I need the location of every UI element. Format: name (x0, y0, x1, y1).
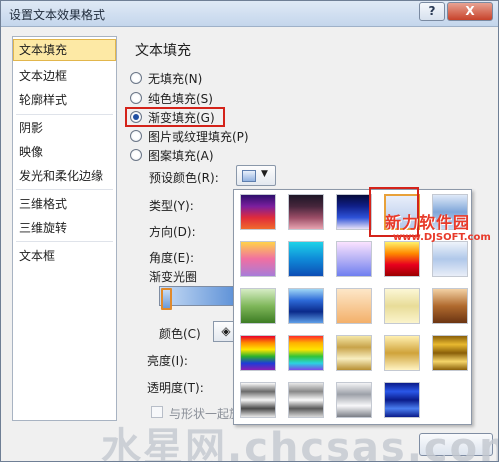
preset-gradient-swatch[interactable] (384, 335, 420, 371)
nav-item-glow-soft-edges[interactable]: 发光和柔化边缘 (13, 165, 116, 187)
preset-gradient-swatch[interactable] (288, 241, 324, 277)
preset-gradient-swatch[interactable] (240, 241, 276, 277)
watermark-big: 水星网.chcsas.com (101, 425, 499, 462)
radio-label: 渐变填充(G) (148, 111, 215, 125)
nav-divider (16, 189, 113, 190)
nav-item-reflection[interactable]: 映像 (13, 141, 116, 163)
brightness-label: 亮度(I): (147, 354, 188, 368)
nav-item-text-box[interactable]: 文本框 (13, 245, 116, 267)
radio-label: 纯色填充(S) (148, 92, 213, 106)
nav-item-outline-style[interactable]: 轮廓样式 (13, 89, 116, 111)
preset-colors-dropdown[interactable]: ▼ (236, 165, 276, 186)
preset-gradient-swatch[interactable] (384, 288, 420, 324)
radio-indicator[interactable] (130, 130, 142, 142)
gradient-preview-icon (242, 170, 256, 182)
preset-gradient-swatch[interactable] (384, 382, 420, 418)
nav-item-text-fill[interactable]: 文本填充 (13, 39, 116, 61)
watermark-site: 新力软件园 (385, 213, 471, 232)
radio-label: 无填充(N) (148, 72, 203, 86)
radio-label: 图案填充(A) (148, 149, 214, 163)
section-title: 文本填充 (135, 43, 191, 59)
radio-indicator[interactable] (130, 72, 142, 84)
radio-indicator[interactable] (130, 149, 142, 161)
preset-gradient-swatch[interactable] (240, 288, 276, 324)
direction-label: 方向(D): (149, 225, 196, 239)
preset-gradient-swatch[interactable] (336, 335, 372, 371)
nav-item-3d-rotation[interactable]: 三维旋转 (13, 217, 116, 239)
nav-divider (16, 114, 113, 115)
preset-gradient-swatch[interactable] (432, 288, 468, 324)
type-label: 类型(Y): (149, 199, 194, 213)
transparency-label: 透明度(T): (147, 381, 204, 395)
preset-colors-label: 预设颜色(R): (149, 171, 219, 185)
preset-gradient-swatch[interactable] (288, 288, 324, 324)
preset-gradient-swatch[interactable] (288, 335, 324, 371)
help-button[interactable]: ? (419, 2, 445, 21)
preset-gradient-swatch[interactable] (240, 382, 276, 418)
watermark-url: www.DJSOFT.com (393, 232, 491, 243)
gradient-stop-handle[interactable] (161, 288, 172, 310)
gradient-stops-label: 渐变光圈 (149, 270, 198, 284)
preset-gradient-swatch[interactable] (240, 194, 276, 230)
close-button[interactable]: X (447, 2, 493, 21)
preset-gradient-swatch[interactable] (384, 241, 420, 277)
nav-item-3d-format[interactable]: 三维格式 (13, 193, 116, 215)
radio-indicator[interactable] (130, 92, 142, 104)
chevron-down-icon: ▼ (261, 169, 268, 179)
nav-divider (16, 241, 113, 242)
preset-gradient-swatch[interactable] (336, 288, 372, 324)
radio-label: 图片或纹理填充(P) (148, 130, 249, 144)
preset-gradient-swatch[interactable] (288, 382, 324, 418)
title-bar: 设置文本效果格式 ? X (1, 1, 498, 27)
preset-gradient-swatch[interactable] (336, 241, 372, 277)
preset-gradient-swatch[interactable] (288, 194, 324, 230)
format-text-effects-dialog: 设置文本效果格式 ? X 文本填充 文本边框 轮廓样式 阴影 映像 发光和柔化边… (0, 0, 499, 462)
color-label: 颜色(C) (159, 327, 201, 341)
preset-gradient-swatch[interactable] (432, 335, 468, 371)
preset-gradient-swatch[interactable] (240, 335, 276, 371)
radio-indicator-selected[interactable] (130, 111, 142, 123)
dialog-title: 设置文本效果格式 (9, 8, 106, 22)
preset-gradient-swatch[interactable] (432, 241, 468, 277)
preset-gradient-swatch[interactable] (336, 382, 372, 418)
nav-item-shadow[interactable]: 阴影 (13, 117, 116, 139)
category-list: 文本填充 文本边框 轮廓样式 阴影 映像 发光和柔化边缘 三维格式 三维旋转 文… (12, 36, 117, 421)
preset-gradient-swatch[interactable] (336, 194, 372, 230)
nav-item-text-outline[interactable]: 文本边框 (13, 65, 116, 87)
angle-label: 角度(E): (149, 251, 194, 265)
